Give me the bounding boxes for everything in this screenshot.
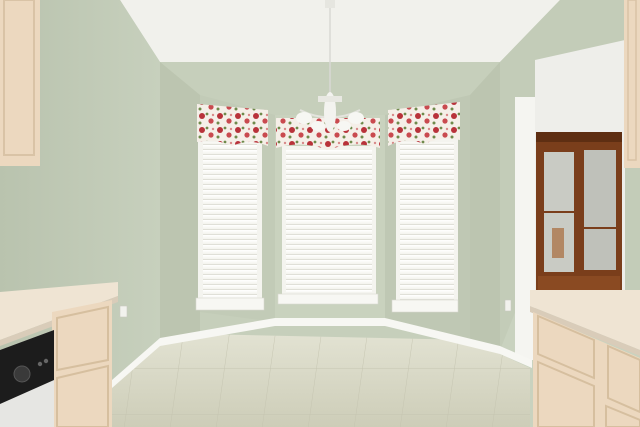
window-right bbox=[391, 138, 459, 313]
wall-outlet bbox=[504, 299, 512, 312]
window-center bbox=[277, 146, 379, 305]
wall-outlet bbox=[119, 305, 128, 318]
room-photo bbox=[0, 0, 640, 427]
upper-cabinet bbox=[0, 0, 40, 166]
ceiling bbox=[120, 0, 560, 62]
window-left bbox=[195, 138, 265, 311]
right-counter bbox=[530, 290, 640, 427]
china-hutch bbox=[536, 132, 622, 292]
